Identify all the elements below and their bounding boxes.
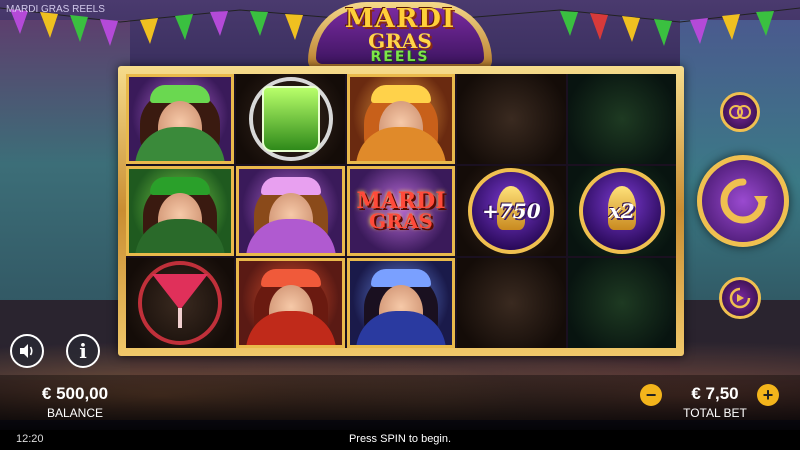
info-icon: i xyxy=(79,339,87,363)
multiplier-coin-icon: x2 xyxy=(578,168,665,254)
symbol-green-mojito xyxy=(236,74,345,164)
window-title: MARDI GRAS REELS xyxy=(6,4,105,15)
cocktail-glass-icon xyxy=(152,274,209,310)
masks-icon xyxy=(729,105,751,119)
empty-reel-cell xyxy=(567,74,676,164)
empty-reel-cell xyxy=(457,258,566,348)
spin-button[interactable] xyxy=(697,155,789,247)
symbol-green-dancer xyxy=(126,166,235,256)
empty-reel-cell xyxy=(567,258,676,348)
increase-bet-button[interactable]: + xyxy=(757,384,779,406)
symbol-blue-dancer xyxy=(346,258,456,348)
reel-grid: MARDI GRAS +750 x2 xyxy=(126,74,676,348)
cocktail-stem xyxy=(178,308,183,328)
empty-reel-cell xyxy=(457,74,566,164)
status-message: Press SPIN to begin. xyxy=(348,433,452,445)
mardi-gras-line-2: GRAS xyxy=(369,208,433,233)
symbol-orange-dancer xyxy=(346,74,456,164)
total-bet-value: € 7,50 xyxy=(691,384,739,403)
multiplier-label: x2 xyxy=(608,199,635,223)
total-bet-label: TOTAL BET xyxy=(683,406,747,420)
reels-frame: MARDI GRAS +750 x2 xyxy=(118,66,684,356)
symbol-bonus-coin: +750 xyxy=(457,166,566,256)
mardi-gras-symbol: MARDI GRAS xyxy=(356,190,445,233)
bonus-coin-label: +750 xyxy=(482,199,541,223)
bonus-coin-icon: +750 xyxy=(468,168,555,254)
symbol-red-cocktail xyxy=(126,258,235,348)
balance-value: € 500,00 xyxy=(41,384,109,403)
logo-text: MARDI GRAS REELS xyxy=(345,6,455,65)
logo-line-3: REELS xyxy=(370,48,430,65)
decrease-bet-button[interactable]: − xyxy=(640,384,662,406)
gamble-button[interactable] xyxy=(720,92,760,132)
logo-line-2: GRAS xyxy=(368,29,432,54)
spin-arrow-icon xyxy=(720,178,768,224)
sound-button[interactable] xyxy=(10,334,44,368)
symbol-mardi-gras: MARDI GRAS xyxy=(346,166,456,256)
symbol-red-feather-dancer xyxy=(236,258,345,348)
game-logo: MARDI GRAS REELS xyxy=(300,0,500,72)
autoplay-icon xyxy=(729,287,751,309)
symbol-multiplier-coin: x2 xyxy=(567,166,676,256)
symbol-masked-ladies-trio xyxy=(126,74,235,164)
autoplay-button[interactable] xyxy=(719,277,761,319)
balance-label: BALANCE xyxy=(46,406,104,420)
symbol-purple-dancer xyxy=(236,166,345,256)
info-button[interactable]: i xyxy=(66,334,100,368)
mojito-glass-icon xyxy=(261,86,320,152)
speaker-icon xyxy=(20,344,33,358)
